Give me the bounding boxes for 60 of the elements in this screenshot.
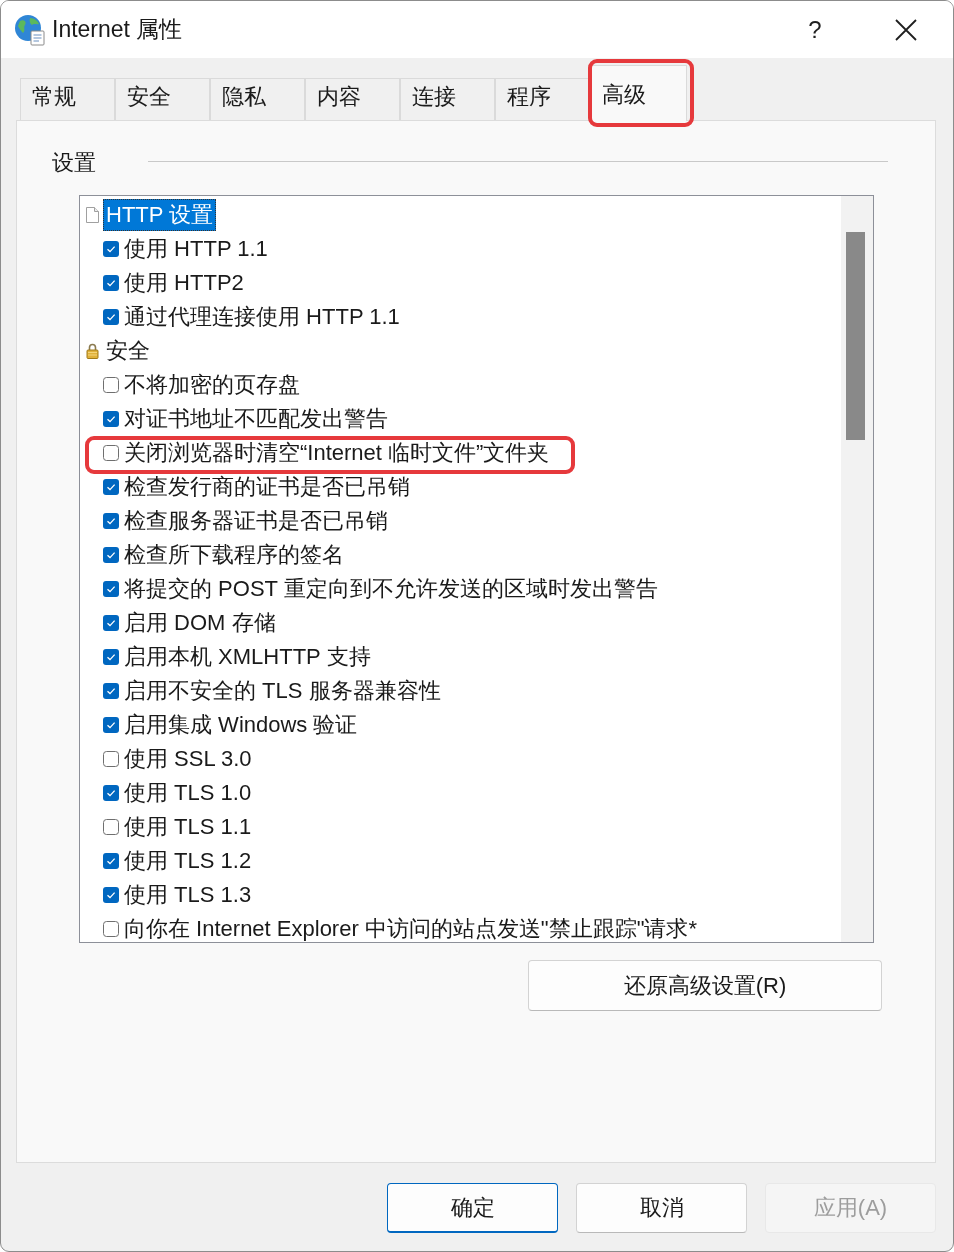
dialog-button[interactable]: 取消 [576,1183,747,1233]
checkbox[interactable] [103,445,119,461]
checked-checkbox[interactable] [103,513,119,529]
window-title: Internet 属性 [52,15,183,44]
checkbox[interactable] [103,377,119,393]
option-label[interactable]: 向你在 Internet Explorer 中访问的站点发送"禁止跟踪"请求* [124,914,698,942]
checked-checkbox[interactable] [103,785,119,801]
option-label[interactable]: 关闭浏览器时清空“Internet 临时文件”文件夹 [124,438,550,468]
tab[interactable]: 程序 [495,78,590,120]
dialog-button[interactable]: 确定 [387,1183,558,1233]
option-label[interactable]: 不将加密的页存盘 [124,370,300,400]
option-label[interactable]: 检查服务器证书是否已吊销 [124,506,388,536]
checkbox[interactable] [103,819,119,835]
scrollbar-track[interactable] [841,196,873,942]
scrollbar-thumb[interactable] [846,232,865,440]
help-button[interactable]: ? [792,9,838,50]
globe-icon [14,13,46,46]
option-label[interactable]: 使用 SSL 3.0 [124,744,252,774]
option-label[interactable]: 启用不安全的 TLS 服务器兼容性 [124,676,441,706]
checked-checkbox[interactable] [103,479,119,495]
option-label[interactable]: 检查发行商的证书是否已吊销 [124,472,410,502]
checked-checkbox[interactable] [103,309,119,325]
tab[interactable]: 连接 [400,78,495,120]
checked-checkbox[interactable] [103,615,119,631]
option-label[interactable]: 使用 TLS 1.0 [124,778,252,808]
category-label[interactable]: HTTP 设置 [103,199,217,231]
tab[interactable]: 常规 [20,78,115,120]
checkbox[interactable] [103,751,119,767]
restore-defaults-button[interactable]: 还原高级设置(R) [528,960,882,1011]
checked-checkbox[interactable] [103,649,119,665]
checked-checkbox[interactable] [103,887,119,903]
checked-checkbox[interactable] [103,411,119,427]
option-label[interactable]: 启用本机 XMLHTTP 支持 [124,642,371,672]
page-icon [86,207,99,223]
option-label[interactable]: 将提交的 POST 重定向到不允许发送的区域时发出警告 [124,574,658,604]
checked-checkbox[interactable] [103,717,119,733]
checked-checkbox[interactable] [103,683,119,699]
option-label[interactable]: 启用 DOM 存储 [124,608,276,638]
checkbox[interactable] [103,921,119,937]
option-label[interactable]: 检查所下载程序的签名 [124,540,344,570]
option-label[interactable]: 通过代理连接使用 HTTP 1.1 [124,302,400,332]
option-label[interactable]: 对证书地址不匹配发出警告 [124,404,388,434]
option-label[interactable]: 使用 HTTP2 [124,268,244,298]
option-label[interactable]: 使用 HTTP 1.1 [124,234,268,264]
checked-checkbox[interactable] [103,275,119,291]
checked-checkbox[interactable] [103,547,119,563]
lock-icon [86,343,99,359]
checked-checkbox[interactable] [103,581,119,597]
tab[interactable]: 安全 [115,78,210,120]
tab[interactable]: 隐私 [210,78,305,120]
tab[interactable]: 内容 [305,78,400,120]
category-label[interactable]: 安全 [103,335,153,367]
option-label[interactable]: 使用 TLS 1.1 [124,812,252,842]
group-title: 设置 [52,149,96,177]
checked-checkbox[interactable] [103,241,119,257]
option-label[interactable]: 启用集成 Windows 验证 [124,710,358,740]
option-label[interactable]: 使用 TLS 1.3 [124,880,252,910]
option-label[interactable]: 使用 TLS 1.2 [124,846,252,876]
checked-checkbox[interactable] [103,853,119,869]
close-icon [895,18,917,41]
